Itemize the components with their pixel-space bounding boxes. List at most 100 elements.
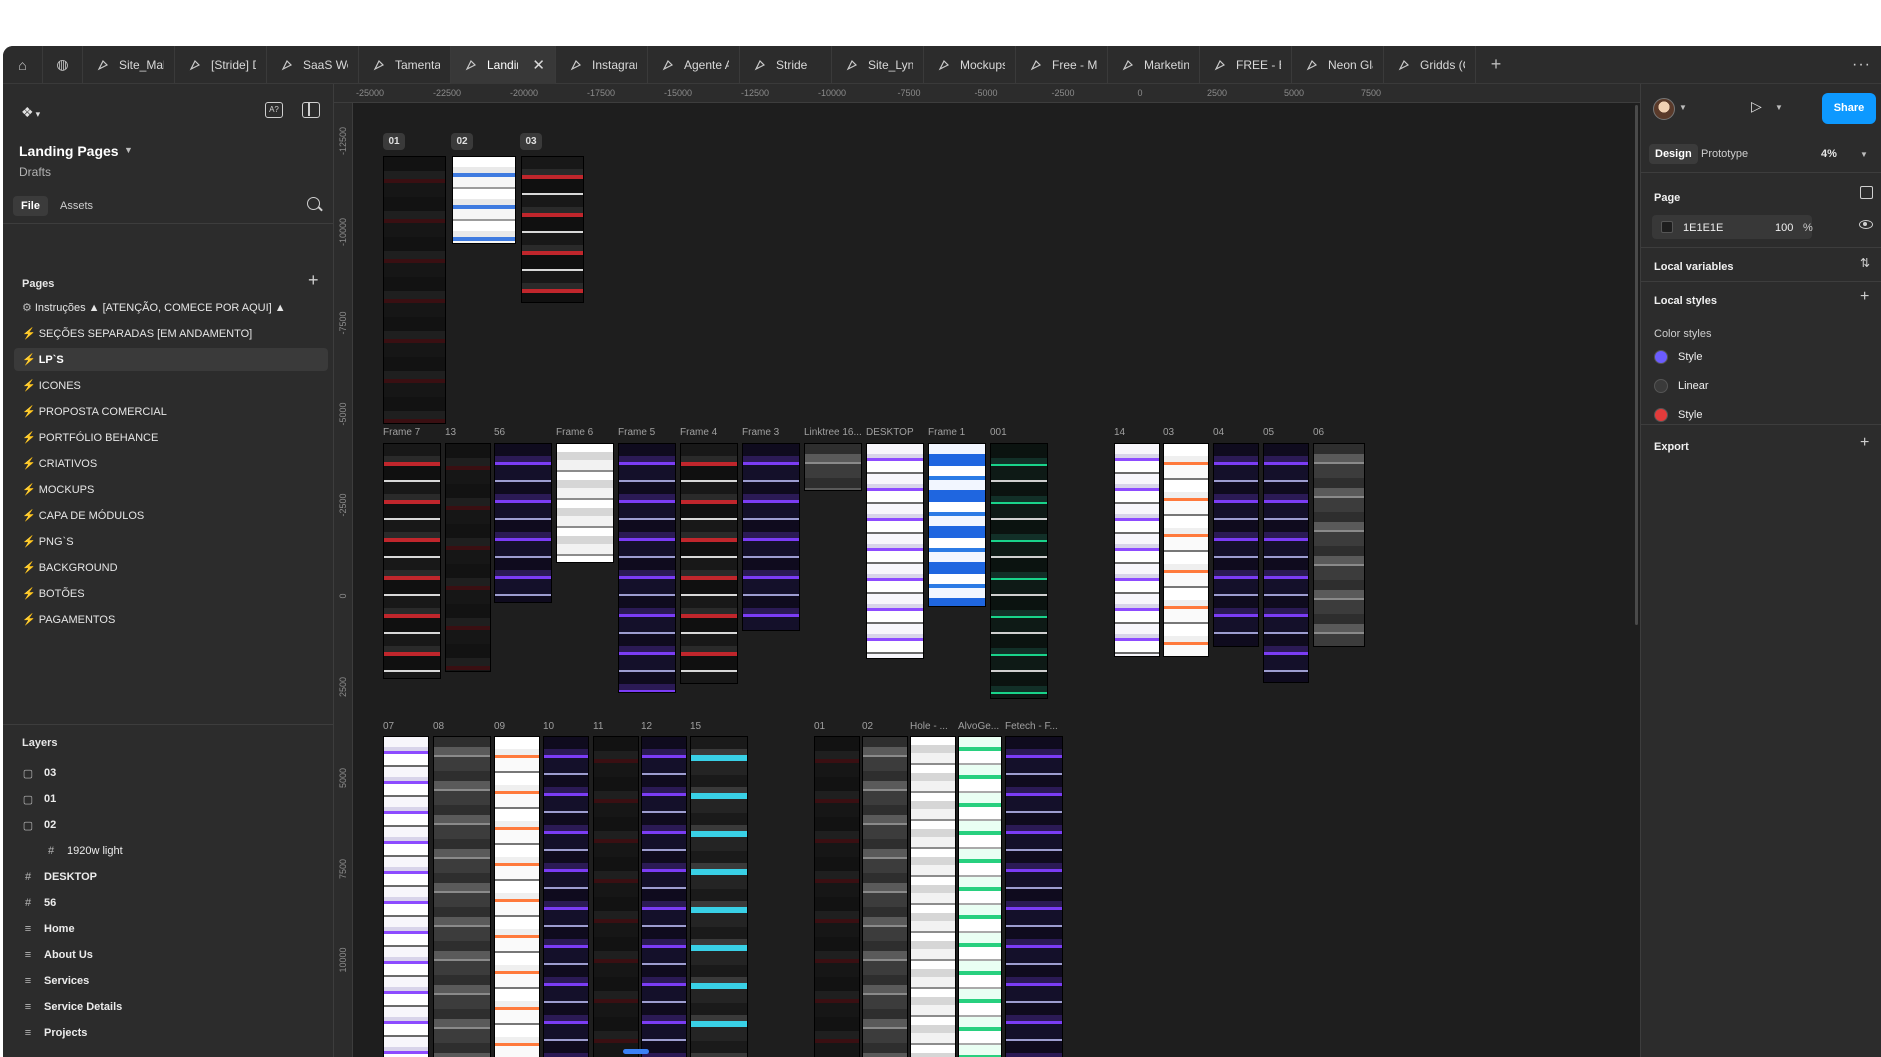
- frame-label[interactable]: AlvoGe...: [958, 721, 1004, 732]
- tab-11[interactable]: Marketing ic: [1108, 46, 1200, 84]
- frame-thumbnail[interactable]: [690, 736, 748, 1057]
- frame-label[interactable]: 12: [641, 721, 681, 732]
- frame-label[interactable]: 08: [433, 721, 473, 732]
- tab-4[interactable]: Landing ✕: [451, 46, 556, 84]
- frame-label[interactable]: Frame 3: [742, 427, 800, 438]
- tab-8[interactable]: Site_Lynz D: [832, 46, 924, 84]
- zoom-level[interactable]: 4%: [1821, 148, 1837, 160]
- page-item[interactable]: ⚡ PROPOSTA COMERCIAL: [14, 400, 328, 423]
- frame-thumbnail[interactable]: [1263, 443, 1309, 683]
- page-settings-icon[interactable]: [1860, 186, 1873, 199]
- eye-icon[interactable]: [1859, 220, 1873, 229]
- frame-thumbnail[interactable]: [556, 443, 614, 563]
- horizontal-scrollbar[interactable]: [623, 1049, 649, 1054]
- tab-2[interactable]: SaaS Websi: [267, 46, 359, 84]
- share-button[interactable]: Share: [1822, 93, 1876, 124]
- layer-item[interactable]: ≡ Home: [22, 919, 75, 939]
- frame-label[interactable]: Frame 7: [383, 427, 441, 438]
- color-style-item[interactable]: Style: [1654, 406, 1702, 424]
- add-export-button[interactable]: +: [1860, 434, 1869, 452]
- new-tab-button[interactable]: +: [1476, 54, 1516, 75]
- frame-label[interactable]: 13: [445, 427, 485, 438]
- color-style-item[interactable]: Linear: [1654, 377, 1709, 395]
- layer-item[interactable]: ▢ 03: [22, 763, 56, 783]
- design-canvas[interactable]: 01 02 03 Frame 7 13 56 Frame 6 Frame 5 F…: [353, 103, 1640, 1057]
- frame-label[interactable]: 11: [593, 721, 633, 732]
- frame-thumbnail[interactable]: [1313, 443, 1365, 647]
- frame-label[interactable]: Frame 6: [556, 427, 614, 438]
- frame-thumbnail[interactable]: [494, 443, 552, 603]
- frame-label[interactable]: 15: [690, 721, 730, 732]
- chevron-down-icon[interactable]: ▼: [124, 145, 133, 155]
- frame-thumbnail[interactable]: [383, 736, 429, 1057]
- frame-label[interactable]: Fetech - F...: [1005, 721, 1063, 732]
- page-item[interactable]: ⚡ SEÇÕES SEPARADAS [EM ANDAMENTO]: [14, 322, 328, 345]
- close-icon[interactable]: ✕: [532, 56, 545, 74]
- more-options-icon[interactable]: ···: [1852, 46, 1871, 84]
- tab-file[interactable]: File: [13, 196, 48, 216]
- layer-item[interactable]: ≡ Services: [22, 971, 89, 991]
- frame-label[interactable]: 001: [990, 427, 1048, 438]
- frame-thumbnail[interactable]: [521, 156, 584, 303]
- add-style-button[interactable]: +: [1860, 288, 1869, 306]
- page-item[interactable]: ⚡ MOCKUPS: [14, 478, 328, 501]
- frame-thumbnail[interactable]: [862, 736, 908, 1057]
- frame-thumbnail[interactable]: [543, 736, 589, 1057]
- frame-thumbnail[interactable]: [958, 736, 1002, 1057]
- main-menu-button[interactable]: ❖ ▾: [21, 104, 40, 121]
- frame-label[interactable]: 10: [543, 721, 583, 732]
- frame-badge[interactable]: 03: [520, 133, 542, 150]
- layer-item[interactable]: ≡ Service Details: [22, 997, 123, 1017]
- frame-label[interactable]: Frame 4: [680, 427, 738, 438]
- frame-label[interactable]: Frame 5: [618, 427, 676, 438]
- tab-3[interactable]: Tamentai - [: [359, 46, 451, 84]
- frame-thumbnail[interactable]: [814, 736, 860, 1057]
- frame-label[interactable]: 01: [814, 721, 854, 732]
- layer-item[interactable]: #56: [22, 893, 56, 913]
- frame-thumbnail[interactable]: [452, 156, 516, 244]
- frame-thumbnail[interactable]: [742, 443, 800, 631]
- page-item[interactable]: ⚙ Instruções ▲ [ATENÇÃO, COMECE POR AQUI]…: [14, 296, 328, 319]
- color-style-item[interactable]: Style: [1654, 348, 1702, 366]
- tab-design[interactable]: Design: [1649, 144, 1698, 164]
- tab-9[interactable]: Mockups Le: [924, 46, 1016, 84]
- frame-label[interactable]: 03: [1163, 427, 1203, 438]
- frame-label[interactable]: 02: [862, 721, 902, 732]
- frame-label[interactable]: 06: [1313, 427, 1353, 438]
- frame-label[interactable]: 14: [1114, 427, 1154, 438]
- frame-thumbnail[interactable]: [928, 443, 986, 607]
- layer-item[interactable]: # DESKTOP: [22, 867, 97, 887]
- frame-thumbnail[interactable]: [990, 443, 1048, 699]
- frame-label[interactable]: 04: [1213, 427, 1253, 438]
- home-icon[interactable]: ⌂: [3, 46, 43, 84]
- tab-10[interactable]: Free - Mark: [1016, 46, 1108, 84]
- page-item[interactable]: ⚡ CAPA DE MÓDULOS: [14, 504, 328, 527]
- frame-thumbnail[interactable]: [618, 443, 676, 693]
- page-item[interactable]: ⚡ BACKGROUND: [14, 556, 328, 579]
- page-item[interactable]: ⚡ PAGAMENTOS: [14, 608, 328, 631]
- frame-badge[interactable]: 01: [383, 133, 405, 150]
- frame-thumbnail[interactable]: [866, 443, 924, 659]
- frame-thumbnail[interactable]: [445, 443, 491, 672]
- frame-label[interactable]: Frame 1: [928, 427, 986, 438]
- add-page-button[interactable]: +: [308, 270, 319, 291]
- layer-item[interactable]: ▢ 01: [22, 789, 56, 809]
- page-color-hex[interactable]: 1E1E1E: [1683, 222, 1723, 234]
- tab-7[interactable]: Stride: [740, 46, 832, 84]
- layer-item[interactable]: #1920w light: [45, 841, 123, 861]
- layer-item[interactable]: ≡ About Us: [22, 945, 93, 965]
- page-item[interactable]: ⚡ BOTÕES: [14, 582, 328, 605]
- ai-icon[interactable]: A?: [265, 102, 283, 118]
- frame-thumbnail[interactable]: [1213, 443, 1259, 647]
- globe-icon[interactable]: ◍: [43, 46, 83, 84]
- frame-badge[interactable]: 02: [451, 133, 473, 150]
- chevron-down-icon[interactable]: ▼: [1679, 103, 1687, 112]
- frame-label[interactable]: DESKTOP: [866, 427, 924, 438]
- frame-thumbnail[interactable]: [804, 443, 862, 491]
- chevron-down-icon[interactable]: ▼: [1775, 103, 1783, 112]
- color-swatch[interactable]: [1661, 221, 1673, 233]
- tab-5[interactable]: Instagram U: [556, 46, 648, 84]
- present-play-icon[interactable]: ▷: [1751, 98, 1762, 115]
- page-item[interactable]: ⚡ ICONES: [14, 374, 328, 397]
- page-item[interactable]: ⚡ CRIATIVOS: [14, 452, 328, 475]
